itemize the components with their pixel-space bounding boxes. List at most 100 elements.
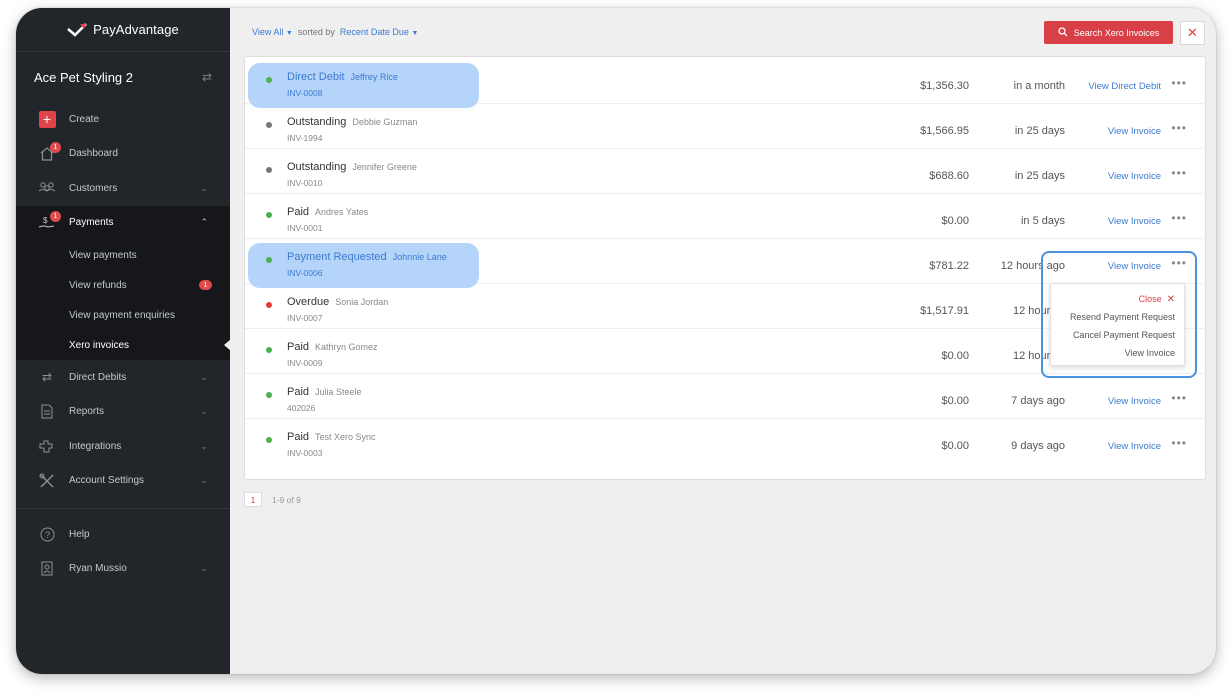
app-window: PayAdvantage Ace Pet Styling 2 ⇄ + Creat… — [16, 8, 1216, 674]
caret-down-icon: ▼ — [285, 30, 293, 37]
table-row[interactable]: Outstanding Debbie Guzman INV-1994 $1,566.9… — [245, 104, 1207, 149]
invoice-status: Paid Andres Yates — [287, 206, 369, 218]
invoice-amount: $688.60 — [929, 170, 969, 182]
invoice-status: Paid Test Xero Sync — [287, 431, 376, 443]
sidebar-item-dashboard[interactable]: 1 Dashboard — [16, 137, 230, 172]
invoice-status: Paid Julia Steele — [287, 386, 362, 398]
sidebar-item-label: Payments — [69, 217, 114, 229]
more-options-icon[interactable]: ••• — [1171, 436, 1187, 450]
sidebar-subitem-view-payments[interactable]: View payments — [16, 240, 230, 270]
status-dot — [266, 302, 272, 308]
account-switcher[interactable]: Ace Pet Styling 2 ⇄ — [16, 52, 230, 102]
puzzle-icon — [38, 437, 56, 455]
invoice-number: INV-0007 — [287, 313, 323, 323]
account-name: Ace Pet Styling 2 — [34, 69, 133, 85]
pagination-summary: 1-9 of 9 — [272, 494, 301, 505]
invoice-number: INV-0008 — [287, 88, 323, 98]
sidebar-item-user[interactable]: Ryan Mussio ⌄ — [16, 552, 230, 587]
invoice-amount: $0.00 — [941, 350, 969, 362]
invoice-number: INV-0010 — [287, 178, 323, 188]
sidebar-subitem-xero-invoices[interactable]: Xero invoices — [16, 330, 231, 360]
brand-name: PayAdvantage — [93, 22, 179, 37]
sidebar-item-direct-debits[interactable]: ⇄ Direct Debits ⌄ — [16, 360, 230, 395]
sidebar-item-help[interactable]: ? Help — [16, 517, 230, 552]
row-action-link[interactable]: View Invoice — [1108, 216, 1161, 227]
filter-bar: View All ▼ sorted by Recent Date Due ▼ — [252, 27, 418, 37]
due-date: 7 days ago — [1011, 395, 1065, 407]
invoice-amount: $0.00 — [941, 215, 969, 227]
sidebar-item-integrations[interactable]: Integrations ⌄ — [16, 429, 230, 464]
customer-name: Sonia Jordan — [335, 297, 389, 307]
brand-logo[interactable]: PayAdvantage — [16, 8, 230, 52]
svg-text:$: $ — [43, 216, 48, 225]
caret-down-icon: ▼ — [411, 30, 419, 37]
row-action-link[interactable]: View Invoice — [1108, 126, 1161, 137]
status-dot — [266, 77, 272, 83]
more-options-icon[interactable]: ••• — [1171, 166, 1187, 180]
pagination: 1 1-9 of 9 — [244, 492, 301, 507]
invoice-amount: $1,356.30 — [920, 80, 969, 92]
sidebar-item-label: Help — [69, 528, 90, 540]
row-highlight — [248, 63, 479, 108]
sidebar-item-payments[interactable]: $ 1 Payments ⌃ — [16, 205, 230, 240]
invoice-amount: $1,517.91 — [920, 305, 969, 317]
plus-icon: + — [38, 110, 56, 128]
chevron-down-icon: ⌄ — [200, 371, 208, 382]
invoice-amount: $0.00 — [941, 395, 969, 407]
customer-name: Andres Yates — [315, 207, 369, 217]
row-actions-menu: Close ✕ Resend Payment Request Cancel Pay… — [1050, 283, 1185, 366]
swap-icon[interactable]: ⇄ — [202, 70, 212, 84]
sidebar-item-reports[interactable]: Reports ⌄ — [16, 395, 230, 430]
more-options-icon[interactable]: ••• — [1171, 391, 1187, 405]
more-options-icon[interactable]: ••• — [1171, 76, 1187, 90]
sidebar-item-create[interactable]: + Create — [16, 102, 230, 137]
sidebar-divider — [16, 508, 230, 509]
search-xero-invoices-button[interactable]: Search Xero Invoices — [1044, 21, 1173, 44]
invoice-amount: $781.22 — [929, 260, 969, 272]
sort-field-dropdown[interactable]: Recent Date Due ▼ — [340, 27, 419, 37]
invoice-status: Direct Debit Jeffrey Rice — [287, 71, 398, 83]
menu-item-view-invoice[interactable]: View Invoice — [1051, 344, 1184, 362]
customer-name: Jeffrey Rice — [350, 72, 398, 82]
menu-close-button[interactable]: Close ✕ — [1051, 290, 1184, 308]
view-all-dropdown[interactable]: View All ▼ — [252, 27, 293, 37]
sidebar-subitem-payment-enquiries[interactable]: View payment enquiries — [16, 300, 230, 330]
invoice-amount: $0.00 — [941, 440, 969, 452]
status-dot — [266, 257, 272, 263]
sidebar-subitem-view-refunds[interactable]: View refunds 1 — [16, 270, 230, 300]
due-date: in 25 days — [1014, 125, 1065, 137]
sorted-by-label: sorted by — [297, 27, 335, 37]
invoice-status: Payment Requested Johnnie Lane — [287, 251, 447, 263]
chevron-down-icon: ⌄ — [200, 406, 208, 417]
invoice-amount: $1,566.95 — [920, 125, 969, 137]
sidebar: PayAdvantage Ace Pet Styling 2 ⇄ + Creat… — [16, 8, 231, 674]
status-dot — [266, 392, 272, 398]
page-button[interactable]: 1 — [244, 492, 262, 507]
row-action-link[interactable]: View Invoice — [1108, 441, 1161, 452]
sidebar-item-label: Direct Debits — [69, 371, 127, 383]
user-badge-icon — [38, 560, 56, 578]
sidebar-item-account-settings[interactable]: Account Settings ⌄ — [16, 464, 230, 499]
table-row[interactable]: Paid Andres Yates INV-0001 $0.00 in 5 days Vi… — [245, 194, 1207, 239]
status-dot — [266, 212, 272, 218]
row-action-link[interactable]: View Invoice — [1108, 171, 1161, 182]
status-dot — [266, 122, 272, 128]
close-button[interactable]: ✕ — [1180, 21, 1205, 45]
sidebar-item-label: Integrations — [69, 440, 122, 452]
table-row[interactable]: Outstanding Jennifer Greene INV-0010 $688.6… — [245, 149, 1207, 194]
table-row[interactable]: Direct Debit Jeffrey Rice INV-0008 $1,356.3… — [245, 59, 1207, 108]
more-options-icon[interactable]: ••• — [1171, 211, 1187, 225]
logo-check-icon — [67, 22, 88, 37]
status-dot — [266, 347, 272, 353]
row-action-link[interactable]: View Direct Debit — [1088, 81, 1161, 92]
due-date: in 5 days — [1020, 215, 1065, 227]
sidebar-item-customers[interactable]: Customers ⌄ — [16, 171, 230, 206]
menu-item-cancel-payment-request[interactable]: Cancel Payment Request — [1051, 326, 1184, 344]
chevron-down-icon: ⌄ — [200, 475, 208, 486]
table-row[interactable]: Paid Test Xero Sync INV-0003 $0.00 9 days ag… — [245, 419, 1207, 464]
menu-item-resend-payment-request[interactable]: Resend Payment Request — [1051, 308, 1184, 326]
notification-badge: 1 — [50, 141, 61, 153]
more-options-icon[interactable]: ••• — [1171, 121, 1187, 135]
row-action-link[interactable]: View Invoice — [1108, 396, 1161, 407]
table-row[interactable]: Paid Julia Steele 402026 $0.00 7 days ago Vie… — [245, 374, 1207, 419]
